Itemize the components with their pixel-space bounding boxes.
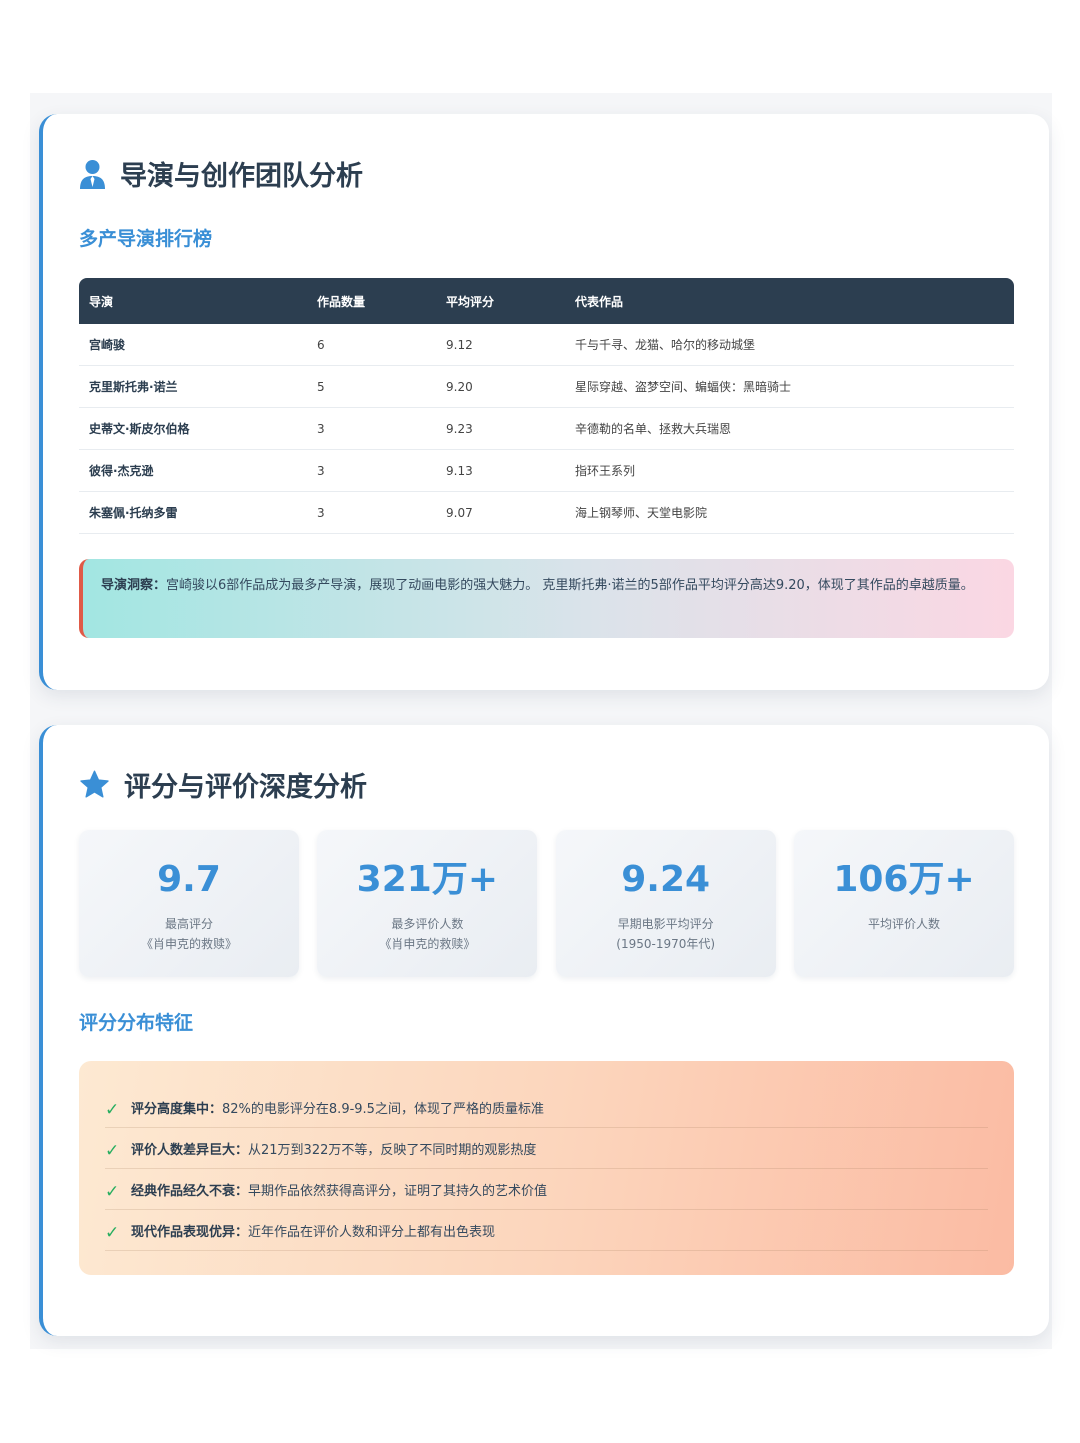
cell-rating: 9.12	[436, 324, 565, 366]
stat-note: 《肖申克的救赎》	[140, 937, 237, 951]
stat-card-most-reviews: 321万+ 最多评价人数 《肖申克的救赎》	[317, 830, 538, 977]
header-director: 导演	[89, 294, 114, 309]
cell-count: 3	[307, 407, 436, 450]
section-title-rating: 评分与评价深度分析	[79, 765, 367, 804]
feature-item: ✓ 评价人数差异巨大： 从21万到322万不等，反映了不同时期的观影热度	[105, 1128, 988, 1169]
feature-lead: 经典作品经久不衰：	[131, 1183, 249, 1199]
section-title-director: 导演与创作团队分析	[79, 154, 363, 193]
cell-count: 3	[307, 491, 436, 534]
insight-lead: 导演洞察：	[101, 578, 167, 593]
header-rating: 平均评分	[446, 294, 495, 309]
table-row: 克里斯托弗·诺兰 5 9.20 星际穿越、盗梦空间、蝙蝠侠：黑暗骑士	[79, 365, 1014, 408]
cell-count: 3	[307, 449, 436, 492]
director-table: 导演 作品数量 平均评分 代表作品 宫崎骏 6 9.12 千与千寻、龙猫、哈尔的…	[79, 278, 1014, 534]
stat-value: 321万+	[356, 859, 498, 900]
table-header-row: 导演 作品数量 平均评分 代表作品	[79, 278, 1014, 324]
director-ranking-subtitle: 多产导演排行榜	[79, 228, 213, 250]
stats-row: 9.7 最高评分 《肖申克的救赎》 321万+ 最多评价人数 《肖申克的救赎》 …	[79, 830, 1014, 977]
stat-card-highest-rating: 9.7 最高评分 《肖申克的救赎》	[79, 830, 299, 977]
check-icon: ✓	[105, 1223, 120, 1243]
insight-text: 宫崎骏以6部作品成为最多产导演，展现了动画电影的强大魅力。 克里斯托弗·诺兰的5…	[166, 578, 974, 593]
cell-director: 克里斯托弗·诺兰	[79, 365, 307, 408]
feature-lead: 评价人数差异巨大：	[131, 1142, 249, 1158]
stat-card-average-reviews: 106万+ 平均评价人数	[793, 830, 1014, 977]
table-row: 宫崎骏 6 9.12 千与千寻、龙猫、哈尔的移动城堡	[79, 324, 1014, 366]
cell-works: 千与千寻、龙猫、哈尔的移动城堡	[565, 324, 1014, 366]
feature-item: ✓ 现代作品表现优异： 近年作品在评价人数和评分上都有出色表现	[105, 1210, 988, 1251]
stat-value: 106万+	[833, 859, 975, 900]
table-row: 彼得·杰克逊 3 9.13 指环王系列	[79, 449, 1014, 492]
feature-text: 近年作品在评价人数和评分上都有出色表现	[248, 1224, 496, 1240]
stat-note: 《肖申克的救赎》	[379, 937, 476, 951]
feature-item: ✓ 经典作品经久不衰： 早期作品依然获得高评分，证明了其持久的艺术价值	[105, 1169, 988, 1210]
feature-lead: 评分高度集中：	[131, 1101, 223, 1117]
star-icon	[79, 770, 110, 800]
cell-director: 朱塞佩·托纳多雷	[79, 491, 307, 534]
distribution-features-box: ✓ 评分高度集中： 82%的电影评分在8.9-9.5之间，体现了严格的质量标准 ✓…	[79, 1061, 1014, 1275]
header-works: 代表作品	[575, 294, 624, 309]
feature-text: 82%的电影评分在8.9-9.5之间，体现了严格的质量标准	[222, 1101, 544, 1117]
cell-works: 海上钢琴师、天堂电影院	[565, 491, 1014, 534]
cell-works: 辛德勒的名单、拯救大兵瑞恩	[565, 407, 1014, 450]
cell-rating: 9.13	[436, 449, 565, 492]
section-title-text: 评分与评价深度分析	[124, 772, 367, 803]
cell-director: 宫崎骏	[79, 324, 307, 366]
director-analysis-card: 导演与创作团队分析 多产导演排行榜 导演 作品数量 平均评分 代表作品 宫崎骏 …	[39, 114, 1049, 690]
rating-distribution-subtitle: 评分分布特征	[79, 1012, 194, 1034]
section-title-text: 导演与创作团队分析	[120, 161, 363, 192]
feature-text: 早期作品依然获得高评分，证明了其持久的艺术价值	[248, 1183, 548, 1199]
cell-works: 指环王系列	[565, 449, 1014, 492]
user-tie-icon	[79, 159, 106, 189]
cell-director: 史蒂文·斯皮尔伯格	[79, 407, 307, 450]
stat-label: 早期电影平均评分	[617, 917, 714, 931]
header-count: 作品数量	[317, 294, 366, 309]
stat-card-early-average: 9.24 早期电影平均评分 (1950-1970年代)	[555, 830, 776, 977]
feature-text: 从21万到322万不等，反映了不同时期的观影热度	[248, 1142, 537, 1158]
stat-note: (1950-1970年代)	[616, 937, 716, 951]
stat-label: 最多评价人数	[391, 917, 464, 931]
table-row: 朱塞佩·托纳多雷 3 9.07 海上钢琴师、天堂电影院	[79, 491, 1014, 534]
cell-rating: 9.07	[436, 491, 565, 534]
feature-item: ✓ 评分高度集中： 82%的电影评分在8.9-9.5之间，体现了严格的质量标准	[105, 1087, 988, 1128]
stat-value: 9.7	[157, 859, 221, 900]
cell-count: 5	[307, 365, 436, 408]
check-icon: ✓	[105, 1100, 120, 1120]
cell-rating: 9.20	[436, 365, 565, 408]
cell-rating: 9.23	[436, 407, 565, 450]
stat-label: 平均评价人数	[867, 917, 940, 931]
check-icon: ✓	[105, 1141, 120, 1161]
stat-value: 9.24	[621, 859, 711, 900]
stat-label: 最高评分	[164, 917, 213, 931]
table-row: 史蒂文·斯皮尔伯格 3 9.23 辛德勒的名单、拯救大兵瑞恩	[79, 407, 1014, 450]
check-icon: ✓	[105, 1182, 120, 1202]
cell-count: 6	[307, 324, 436, 366]
cell-director: 彼得·杰克逊	[79, 449, 307, 492]
director-insight-box: 导演洞察：宫崎骏以6部作品成为最多产导演，展现了动画电影的强大魅力。 克里斯托弗…	[79, 559, 1014, 638]
cell-works: 星际穿越、盗梦空间、蝙蝠侠：黑暗骑士	[565, 365, 1014, 408]
feature-lead: 现代作品表现优异：	[131, 1224, 249, 1240]
rating-analysis-card: 评分与评价深度分析 9.7 最高评分 《肖申克的救赎》 321万+ 最多评价人数…	[39, 725, 1049, 1336]
